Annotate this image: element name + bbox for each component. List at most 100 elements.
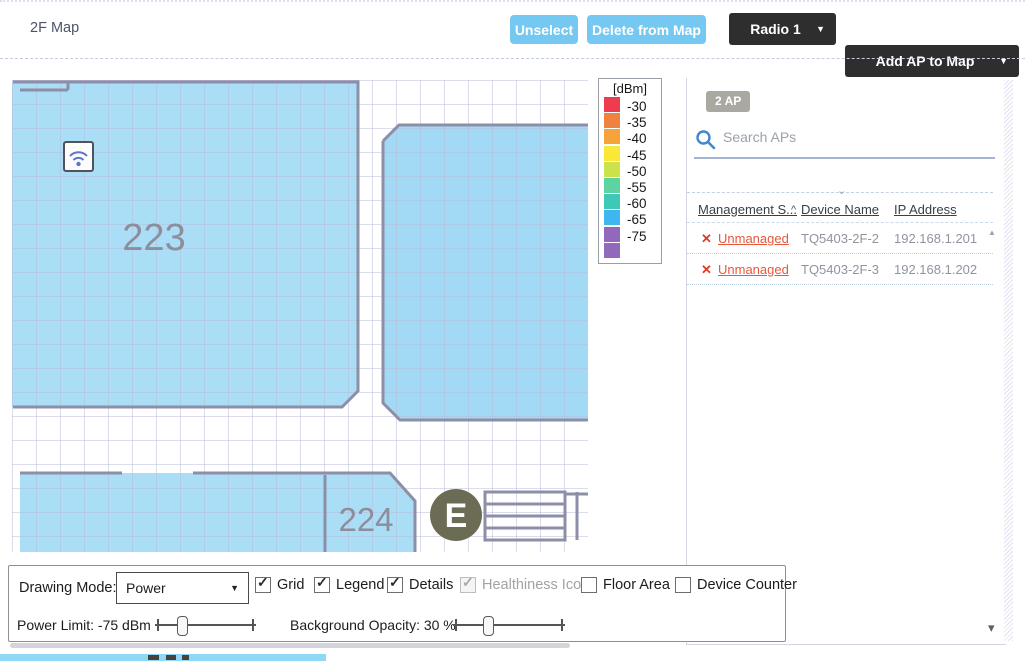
management-status-link[interactable]: Unmanaged <box>718 231 789 246</box>
column-header-ip-address[interactable]: IP Address <box>894 202 957 217</box>
legend-label: -60 <box>627 196 647 211</box>
background-opacity-slider[interactable] <box>453 615 565 635</box>
legend-swatch <box>604 178 620 193</box>
legend-label: -40 <box>627 131 647 146</box>
management-status-link[interactable]: Unmanaged <box>718 262 789 277</box>
checkbox-device-counter[interactable]: Device Counter <box>675 577 797 593</box>
search-aps-input[interactable] <box>721 128 975 146</box>
legend-entry: -50 <box>604 162 661 178</box>
chevron-down-icon: ▼ <box>230 583 239 593</box>
slider-track <box>453 624 565 626</box>
power-limit-slider[interactable] <box>155 615 256 635</box>
checkbox-label: Details <box>409 577 453 593</box>
checkbox-label: Device Counter <box>697 577 797 593</box>
drawing-mode-label: Drawing Mode: <box>19 580 117 596</box>
room-223-label: 223 <box>122 217 185 259</box>
checkbox-healthiness-icon: ✓ Healthiness Icon <box>460 577 589 593</box>
vertical-scrollbar[interactable] <box>1004 80 1013 641</box>
checkbox-label: Healthiness Icon <box>482 577 589 593</box>
strip-mark <box>182 655 189 660</box>
strip-mark <box>166 655 176 660</box>
device-name-cell: TQ5403-2F-3 <box>801 262 879 277</box>
header-separator <box>0 58 1025 59</box>
legend-swatch <box>604 113 620 128</box>
legend-label: -55 <box>627 180 647 195</box>
unmanaged-x-icon: ✕ <box>701 262 712 278</box>
page-title: 2F Map <box>30 20 79 36</box>
unmanaged-x-icon: ✕ <box>701 231 712 247</box>
ip-address-cell: 192.168.1.202 <box>894 262 977 277</box>
background-opacity-slider-thumb[interactable] <box>483 616 494 636</box>
delete-from-map-button[interactable]: Delete from Map <box>587 15 706 44</box>
checkbox-box <box>675 577 691 593</box>
wifi-icon <box>76 162 80 166</box>
checkbox-label: Legend <box>336 577 384 593</box>
checkbox-details[interactable]: ✓ Details <box>387 577 453 593</box>
add-ap-to-map-button[interactable]: Add AP to Map ▼ <box>845 45 1019 77</box>
checkbox-box: ✓ <box>314 577 330 593</box>
legend-swatch <box>604 227 620 242</box>
elevator-label: E <box>445 497 468 535</box>
check-icon: ✓ <box>462 574 474 591</box>
legend-label: -75 <box>627 229 647 244</box>
column-header-device-name[interactable]: Device Name <box>801 202 879 217</box>
map-controls-panel: Drawing Mode: Power ▼ ✓ Grid ✓ Legend ✓ … <box>8 565 786 642</box>
legend-entry: -65 <box>604 210 661 226</box>
legend-label: -45 <box>627 148 647 163</box>
legend-label: -65 <box>627 212 647 227</box>
search-underline <box>694 157 995 159</box>
ap-device-icon[interactable] <box>64 142 93 171</box>
checkbox-legend[interactable]: ✓ Legend <box>314 577 384 593</box>
checkbox-floor-area[interactable]: Floor Area <box>581 577 670 593</box>
device-name-cell: TQ5403-2F-2 <box>801 231 879 246</box>
cutoff-floor-tab-strip <box>0 654 326 661</box>
power-limit-slider-thumb[interactable] <box>177 616 188 636</box>
legend-entry: -45 <box>604 146 661 162</box>
radio-dropdown-button[interactable]: Radio 1 ▼ <box>729 13 836 45</box>
ip-address-cell: 192.168.1.201 <box>894 231 977 246</box>
elevator-marker: E <box>430 489 482 541</box>
legend-label: -50 <box>627 164 647 179</box>
background-opacity-label: Background Opacity: 30 % <box>290 617 456 633</box>
checkbox-box: ✓ <box>387 577 403 593</box>
strip-mark <box>148 655 159 660</box>
legend-entry <box>604 243 661 259</box>
legend-entry: -55 <box>604 178 661 194</box>
floor-map-canvas[interactable]: 223 224 E <box>12 80 588 552</box>
legend-swatch <box>604 129 620 144</box>
checkbox-box: ✓ <box>255 577 271 593</box>
power-limit-label: Power Limit: -75 dBm <box>17 617 151 633</box>
table-scroll-up-icon[interactable]: ▲ <box>988 228 996 237</box>
legend-entry: -60 <box>604 194 661 210</box>
legend-swatch <box>604 243 620 258</box>
legend-swatch <box>604 194 620 209</box>
check-icon: ✓ <box>316 574 328 591</box>
slider-tick <box>561 619 563 631</box>
unselect-button[interactable]: Unselect <box>510 15 578 44</box>
room-224-label: 224 <box>338 501 393 538</box>
legend-entry: -40 <box>604 129 661 145</box>
checkbox-box <box>581 577 597 593</box>
panel-scroll-down-icon[interactable]: ▾ <box>988 620 995 636</box>
drawing-mode-value: Power <box>126 580 166 596</box>
ap-table-row[interactable]: ✕ Unmanaged TQ5403-2F-3 192.168.1.202 <box>687 254 993 285</box>
checkbox-label: Floor Area <box>603 577 670 593</box>
column-header-management-status[interactable]: Management S... <box>698 202 797 217</box>
map-grid-overlay <box>12 80 588 552</box>
legend-title: [dBm] <box>599 81 661 96</box>
search-icon <box>695 129 717 151</box>
dbm-legend: [dBm] -30 -35 -40 -45 -50 -55 -60 -65 -7… <box>598 78 662 264</box>
checkbox-label: Grid <box>277 577 304 593</box>
ap-table-row[interactable]: ✕ Unmanaged TQ5403-2F-2 192.168.1.201 <box>687 223 993 254</box>
legend-label: -30 <box>627 99 647 114</box>
horizontal-scrollbar-thumb[interactable] <box>10 643 570 648</box>
ap-count-badge: 2 AP <box>706 91 750 112</box>
checkbox-grid[interactable]: ✓ Grid <box>255 577 304 593</box>
legend-entry: -35 <box>604 113 661 129</box>
ap-list-panel: 2 AP ⌄ Management S... ^ Device Name IP … <box>686 78 1006 645</box>
collapse-chevron-icon[interactable]: ⌄ <box>837 184 846 197</box>
legend-swatch <box>604 162 620 177</box>
drawing-mode-select[interactable]: Power ▼ <box>116 572 249 604</box>
sort-ascending-icon: ^ <box>791 204 796 216</box>
legend-swatch <box>604 97 620 112</box>
